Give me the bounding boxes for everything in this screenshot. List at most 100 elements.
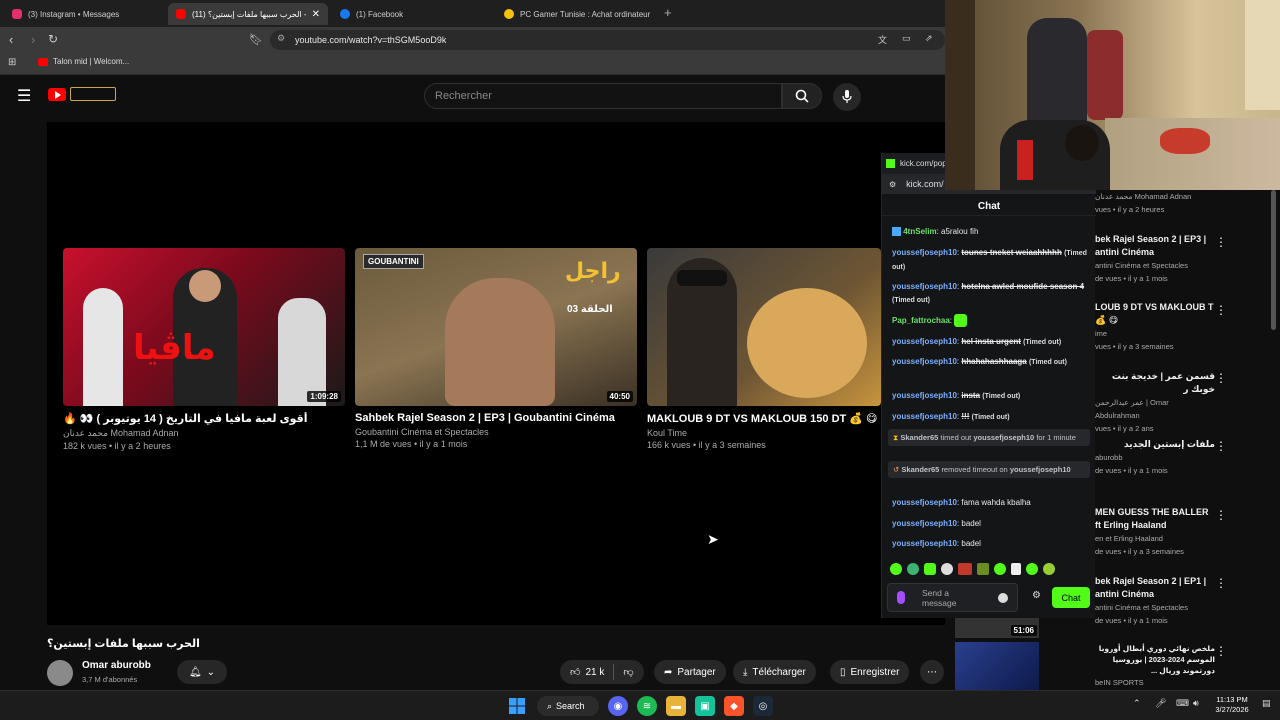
video-thumbnail[interactable]: GOUBANTINI راجل الحلقة 03 40:50 [355,248,637,406]
chat-username[interactable]: youssefjoseph10 [892,282,957,291]
card-channel[interactable]: Goubantini Cinéma et Spectacles [355,427,637,437]
card-channel[interactable]: Koul Time [647,428,881,438]
translate-icon[interactable]: 文 [878,33,887,46]
chat-username[interactable]: Pap_fattrochaa [892,316,950,325]
search-button[interactable] [782,83,822,109]
related-video[interactable]: ملخص نهائي دوري أبطال أوروبا الموسم 2024… [1095,643,1215,689]
apps-grid-icon[interactable]: ⊞ [8,57,16,68]
new-tab-icon[interactable]: + [664,5,672,20]
mic-icon[interactable] [897,591,905,604]
related-video[interactable]: محمد عدنان Mohamad Adnan vues • il y a 2… [1095,190,1215,216]
tab-pcgamer[interactable]: PC Gamer Tunisie : Achat ordinateur [496,3,656,25]
end-screen-card[interactable]: GOUBANTINI راجل الحلقة 03 40:50 Sahbek R… [355,248,637,449]
discord-icon[interactable]: ◉ [608,696,628,716]
forward-icon[interactable]: › [31,32,35,47]
video-thumbnail[interactable]: ماڤيا 1:09:28 [63,248,345,406]
card-title[interactable]: MAKLOUB 9 DT VS MAKLOUB 150 DT 💰 😋 [647,412,881,425]
steam-icon[interactable]: ◎ [753,696,773,716]
notification-bell-button[interactable]: 🔔︎ ⌄ [177,660,227,684]
menu-icon[interactable]: ☰ [17,86,31,106]
emote-icon[interactable] [977,563,989,575]
related-video[interactable]: bek Rajel Season 2 | EP1 | antini Cinéma… [1095,575,1215,627]
video-player[interactable]: ماڤيا 1:09:28 أقوى لعبة مافيا في التاريخ… [47,122,945,625]
more-vert-icon[interactable]: ⋮ [1215,235,1227,249]
video-thumbnail[interactable] [647,248,881,406]
card-title[interactable]: أقوى لعبة مافيا في التاريخ ( 14 يوتيوبر … [63,412,345,425]
network-icon[interactable]: ⌨ [1176,698,1189,709]
related-video[interactable]: قسمن عمر | خديجة بنت خوبك ر عمر عبدالرحم… [1095,370,1215,435]
moderator-name[interactable]: Skander65 [901,465,939,474]
moderator-name[interactable]: Skander65 [900,433,938,442]
more-vert-icon[interactable]: ⋮ [1215,644,1227,658]
chat-username[interactable]: youssefjoseph10 [892,357,957,366]
chat-username[interactable]: youssefjoseph10 [892,248,957,257]
mic-icon[interactable]: 🎤︎ [1155,698,1166,709]
emoji-icon[interactable] [998,593,1008,603]
more-vert-icon[interactable]: ⋮ [1215,508,1227,522]
chat-username[interactable]: youssefjoseph10 [892,337,957,346]
volume-icon[interactable]: 🔊︎ [1193,698,1199,709]
emote-icon[interactable] [1011,563,1021,575]
chat-username[interactable]: 4tnSelim [903,227,936,236]
channel-name[interactable]: Omar aburobb [82,660,151,671]
more-actions-button[interactable]: ⋯ [920,660,944,684]
video-thumbnail[interactable] [955,642,1039,690]
app-icon[interactable]: ▣ [695,696,715,716]
settings-icon[interactable]: ⚙ [1032,590,1041,601]
more-vert-icon[interactable]: ⋮ [1215,576,1227,590]
related-video[interactable]: LOUB 9 DT VS MAKLOUB T 💰 😋 ime vues • il… [1095,301,1215,353]
emote-icon[interactable] [890,563,902,575]
notification-icon[interactable]: ▤ [1262,698,1271,709]
download-button[interactable]: ⤓ Télécharger [733,660,816,684]
like-button[interactable]: 👍︎ 21 k 👎︎ [560,660,644,684]
url-field[interactable]: ⚙ youtube.com/watch?v=thSGM5ooD9k 文 ▭ ⇗ [270,30,945,50]
site-info-icon[interactable]: ⚙ [277,33,285,44]
save-button[interactable]: ▯ Enregistrer [830,660,910,684]
cast-icon[interactable]: ▭ [902,33,911,44]
back-icon[interactable]: ‹ [9,32,13,47]
chat-username[interactable]: youssefjoseph10 [892,519,957,528]
chat-username[interactable]: youssefjoseph10 [892,412,957,421]
end-screen-card[interactable]: MAKLOUB 9 DT VS MAKLOUB 150 DT 💰 😋 Koul … [647,248,881,450]
target-user[interactable]: youssefjoseph10 [973,433,1034,442]
emote-icon[interactable] [958,563,972,575]
chat-username[interactable]: youssefjoseph10 [892,539,957,548]
more-vert-icon[interactable]: ⋮ [1215,371,1227,385]
tab-facebook[interactable]: (1) Facebook [332,3,492,25]
card-title[interactable]: Sahbek Rajel Season 2 | EP3 | Goubantini… [355,412,637,424]
taskbar-search[interactable]: ⌕ Search [537,696,599,716]
bookmark-talon[interactable]: Talon mid | Welcom... [38,57,129,66]
related-video[interactable]: ملفات إبستين الجديد aburobb de vues • il… [1095,438,1215,477]
clock[interactable]: 11:13 PM 3/27/2026 [1210,695,1254,715]
related-video[interactable]: bek Rajel Season 2 | EP3 | antini Cinéma… [1095,233,1215,285]
related-video[interactable]: MEN GUESS THE BALLER ft Erling Haaland e… [1095,506,1215,558]
card-channel[interactable]: محمد عدنان Mohamad Adnan [63,428,345,439]
bookmark-icon[interactable]: 🔖︎ [249,33,263,46]
spotify-icon[interactable]: ≋ [637,696,657,716]
reload-icon[interactable]: ↻ [48,32,58,46]
voice-search-button[interactable] [833,83,861,111]
close-icon[interactable]: ✕ [312,9,320,20]
emote-icon[interactable] [941,563,953,575]
tab-instagram[interactable]: (3) Instagram • Messages [4,3,164,25]
more-vert-icon[interactable]: ⋮ [1215,303,1227,317]
emote-icon[interactable] [1043,563,1055,575]
search-input[interactable]: Rechercher [424,83,782,109]
scrollbar[interactable] [1271,190,1276,330]
windows-start-button[interactable] [507,696,527,716]
share-button[interactable]: ➦ Partager [654,660,726,684]
target-user[interactable]: youssefjoseph10 [1010,465,1071,474]
youtube-logo[interactable] [48,88,66,101]
tab-youtube[interactable]: (11) الحرب سببها ملفات إبستين؟ - ✕ [168,3,328,25]
emote-icon[interactable] [907,563,919,575]
emote-icon[interactable] [994,563,1006,575]
thumbs-down-icon[interactable]: 👎︎ [623,666,633,678]
chevron-up-icon[interactable]: ⌃ [1133,698,1141,709]
chat-input[interactable]: Send a message [887,583,1018,612]
share-icon[interactable]: ⇗ [925,33,933,44]
emote-icon[interactable] [1026,563,1038,575]
video-thumbnail[interactable]: 51:06 [955,618,1039,638]
end-screen-card[interactable]: ماڤيا 1:09:28 أقوى لعبة مافيا في التاريخ… [63,248,345,451]
more-vert-icon[interactable]: ⋮ [1215,439,1227,453]
chat-username[interactable]: youssefjoseph10 [892,498,957,507]
